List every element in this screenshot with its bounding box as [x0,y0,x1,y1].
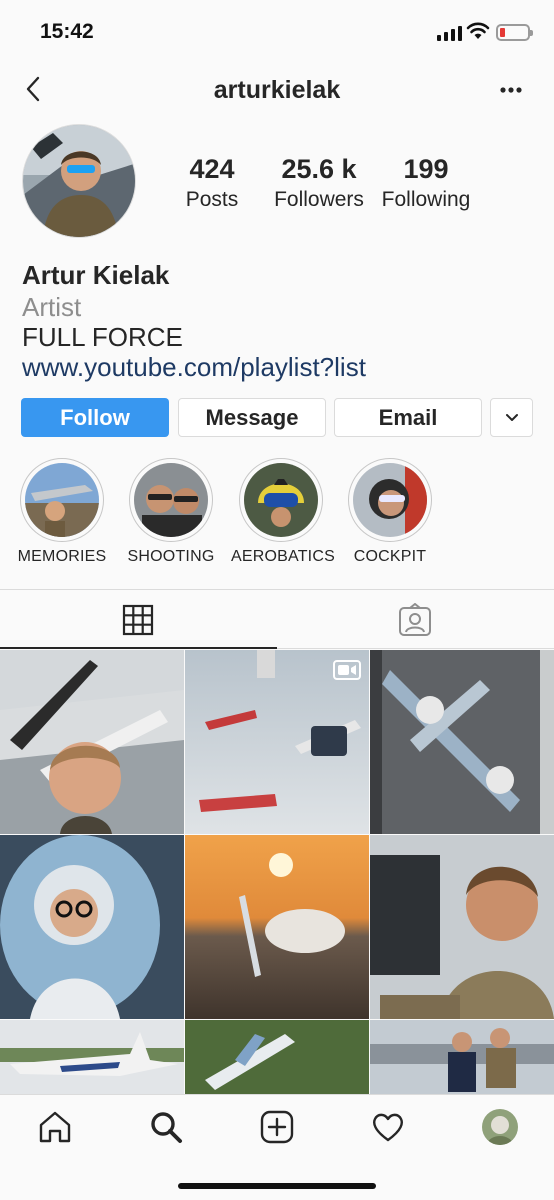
highlight-label: COCKPIT [353,548,427,565]
bio-link[interactable]: www.youtube.com/playlist?list [22,352,532,382]
activity-icon[interactable] [370,1109,406,1145]
chevron-down-icon [505,413,518,421]
email-button[interactable]: Email [334,398,482,437]
post-thumbnail[interactable] [185,835,369,1019]
following-count-value: 199 [403,154,449,184]
wifi-icon [466,22,490,39]
posts-count-value: 424 [189,154,235,184]
message-button[interactable]: Message [178,398,326,437]
profile-full-name: Artur Kielak [22,260,170,290]
more-options-icon[interactable] [496,76,526,104]
post-thumbnail[interactable] [0,650,184,834]
highlight-memories[interactable]: MEMORIES [12,458,112,566]
status-bar: 15:42 [0,0,554,64]
highlight-shooting[interactable]: SHOOTING [121,458,221,566]
followers-count[interactable]: 25.6 k Followers [268,152,370,214]
suggested-accounts-button[interactable] [490,398,533,437]
search-icon[interactable] [148,1109,184,1145]
highlight-cover [244,463,318,537]
post-thumbnail[interactable] [370,1020,554,1094]
bio-text: FULL FORCE [22,322,183,352]
highlight-ring [20,458,104,542]
highlight-cover [353,463,427,537]
status-time: 15:42 [40,20,94,43]
cellular-signal-icon [437,26,462,41]
post-thumbnail[interactable] [370,650,554,834]
post-thumbnail[interactable] [185,1020,369,1094]
profile-category: Artist [22,292,82,322]
followers-count-value: 25.6 k [281,154,357,184]
profile-username: arturkielak [213,76,341,104]
highlight-cover [134,463,208,537]
follow-button[interactable]: Follow [21,398,169,437]
highlight-cockpit[interactable]: COCKPIT [340,458,440,566]
highlight-label: MEMORIES [17,548,107,565]
profile-avatar[interactable] [482,1109,518,1145]
active-tab-indicator [0,647,277,649]
highlight-ring [239,458,323,542]
highlight-ring [129,458,213,542]
post-thumbnail[interactable] [0,835,184,1019]
video-icon [333,660,361,680]
posts-grid [0,650,554,1094]
post-thumbnail[interactable] [0,1020,184,1094]
new-post-icon[interactable] [259,1109,295,1145]
profile-bio: Artur Kielak Artist FULL FORCE www.youtu… [22,258,532,382]
posts-count[interactable]: 424 Posts [176,152,248,214]
highlight-label: AEROBATICS [231,548,335,565]
home-icon[interactable] [37,1109,73,1145]
grid-icon[interactable] [121,603,155,637]
following-count-label: Following [381,188,471,211]
highlight-ring [348,458,432,542]
post-thumbnail[interactable] [370,835,554,1019]
followers-count-label: Followers [274,188,364,211]
home-indicator [178,1183,376,1189]
highlight-cover [25,463,99,537]
profile-tabs [0,589,554,649]
battery-icon [496,24,533,41]
tab-divider [277,648,554,649]
profile-header: arturkielak [0,64,554,116]
tagged-icon[interactable] [398,603,432,637]
following-count[interactable]: 199 Following [376,152,476,214]
highlight-label: SHOOTING [127,548,215,565]
posts-count-label: Posts [185,188,239,211]
post-thumbnail[interactable] [185,650,369,834]
profile-avatar[interactable] [22,124,136,238]
highlight-aerobatics[interactable]: AEROBATICS [231,458,335,566]
